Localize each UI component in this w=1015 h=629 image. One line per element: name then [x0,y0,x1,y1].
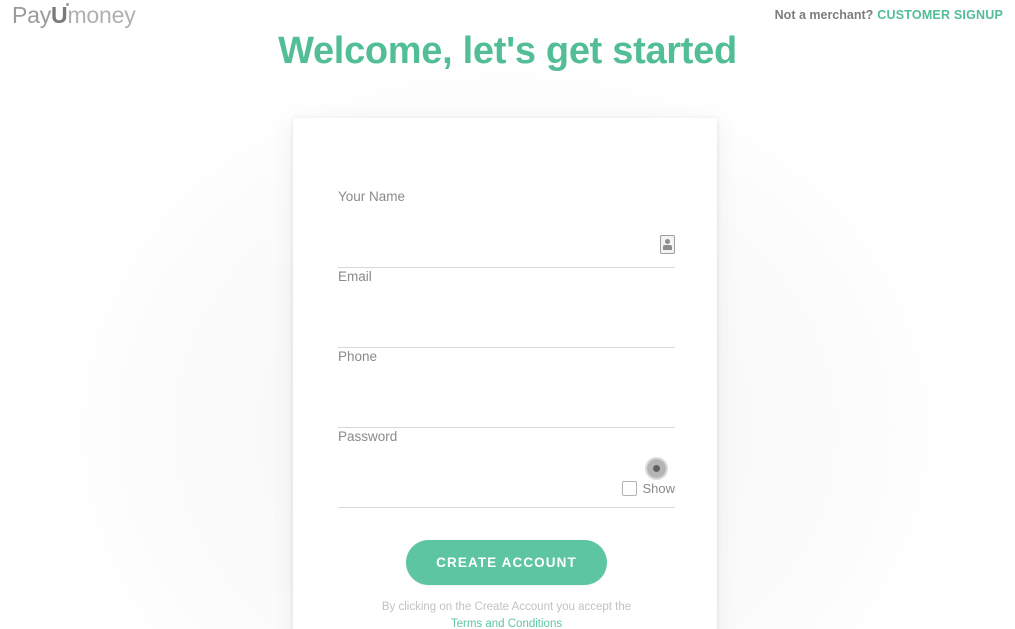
label-password: Password [338,429,398,444]
field-your-name: Your Name [338,188,675,268]
terms-text: By clicking on the Create Account you ac… [338,599,675,629]
show-password-row[interactable]: Show [622,481,675,496]
show-password-checkbox[interactable] [622,481,638,496]
label-your-name: Your Name [338,189,406,204]
logo-text-money: money [67,2,136,28]
label-email: Email [338,269,372,284]
input-your-name[interactable] [338,228,675,268]
merchant-note: Not a merchant? CUSTOMER SIGNUP [775,8,1003,23]
signup-form: Your Name Email Phone Password Show CREA… [338,188,675,629]
contact-card-icon[interactable] [660,235,675,254]
label-phone: Phone [338,349,378,364]
page-header: PayUmoney Not a merchant? CUSTOMER SIGNUP [0,0,1015,30]
signup-card: Your Name Email Phone Password Show CREA… [293,118,717,629]
field-password: Password Show [338,428,675,508]
field-phone: Phone [338,348,675,428]
show-password-label[interactable]: Show [642,481,675,496]
payumoney-logo[interactable]: PayUmoney [12,2,136,28]
field-email: Email [338,268,675,348]
logo-text-u: U [51,2,70,28]
submit-area: CREATE ACCOUNT [338,540,675,585]
merchant-question-label: Not a merchant? [774,8,874,22]
input-email[interactable] [338,308,675,348]
customer-signup-link[interactable]: CUSTOMER SIGNUP [877,8,1003,22]
logo-text-pay: Pay [12,2,52,28]
input-phone[interactable] [338,388,675,428]
terms-and-conditions-link[interactable]: Terms and Conditions [451,618,562,629]
terms-prefix-label: By clicking on the Create Account you ac… [381,601,632,613]
page-title: Welcome, let's get started [278,30,737,72]
create-account-button[interactable]: CREATE ACCOUNT [406,540,607,585]
